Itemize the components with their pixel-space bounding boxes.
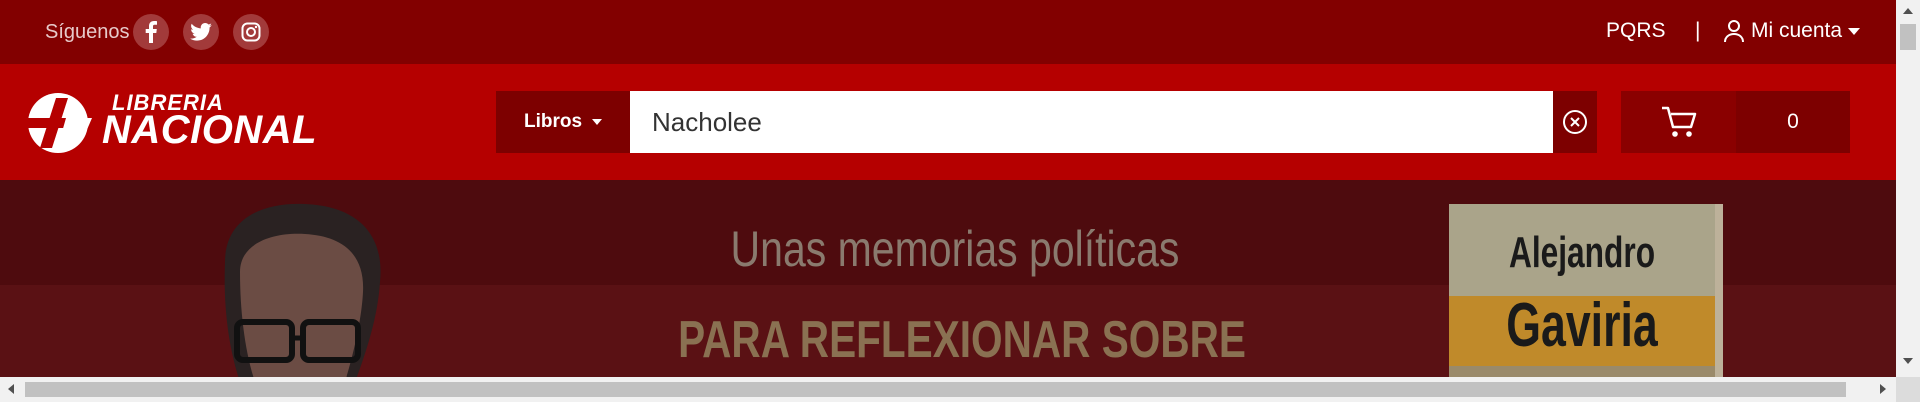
book-cover: Alejandro Gaviria — [1449, 204, 1723, 377]
cart-icon — [1661, 106, 1696, 137]
scroll-down-icon[interactable] — [1903, 358, 1913, 364]
scrollbar-corner — [1896, 377, 1920, 402]
clear-circle-icon — [1563, 110, 1587, 134]
top-bar: Síguenos PQRS | Mi cuenta — [0, 0, 1896, 64]
chevron-down-icon — [1848, 27, 1861, 35]
my-account-menu[interactable]: Mi cuenta — [1723, 16, 1861, 46]
twitter-icon — [190, 23, 212, 41]
facebook-link[interactable] — [133, 14, 169, 50]
book-author-first-name: Alejandro — [1508, 228, 1656, 277]
instagram-icon — [241, 22, 261, 42]
category-dropdown[interactable]: Libros — [496, 91, 630, 153]
scroll-up-icon[interactable] — [1903, 8, 1913, 14]
banner-headline: Unas memorias políticas — [730, 221, 1180, 277]
horizontal-scrollbar[interactable] — [0, 377, 1896, 402]
follow-us-label: Síguenos — [45, 21, 130, 43]
horizontal-scroll-thumb[interactable] — [25, 382, 1846, 397]
pqrs-link[interactable]: PQRS — [1606, 0, 1666, 62]
facebook-icon — [145, 21, 157, 43]
logo-mark-icon — [24, 93, 92, 153]
search-input[interactable] — [630, 91, 1554, 153]
vertical-scrollbar[interactable] — [1896, 0, 1920, 402]
scroll-right-icon[interactable] — [1880, 384, 1886, 394]
promo-banner[interactable]: Unas memorias políticas PARA REFLEXIONAR… — [0, 180, 1896, 377]
main-header: LIBRERIA NACIONAL Libros 0 — [0, 64, 1896, 180]
separator: | — [1695, 19, 1701, 42]
clear-search-button[interactable] — [1553, 91, 1597, 153]
cart-button[interactable] — [1621, 91, 1736, 153]
category-label: Libros — [523, 111, 583, 132]
logo[interactable]: LIBRERIA NACIONAL — [22, 90, 326, 156]
book-author-last-name: Gaviria — [1506, 291, 1658, 360]
cart-count[interactable]: 0 — [1736, 91, 1850, 153]
twitter-link[interactable] — [183, 14, 219, 50]
scroll-left-icon[interactable] — [8, 384, 14, 394]
my-account-label: Mi cuenta — [1751, 19, 1843, 42]
user-icon — [1724, 20, 1744, 43]
author-portrait — [224, 203, 381, 377]
logo-text-main: NACIONAL — [102, 108, 318, 152]
instagram-link[interactable] — [233, 14, 269, 50]
vertical-scroll-thumb[interactable] — [1900, 24, 1916, 50]
banner-subheadline: PARA REFLEXIONAR SOBRE — [678, 311, 1246, 369]
chevron-down-icon — [592, 119, 603, 125]
